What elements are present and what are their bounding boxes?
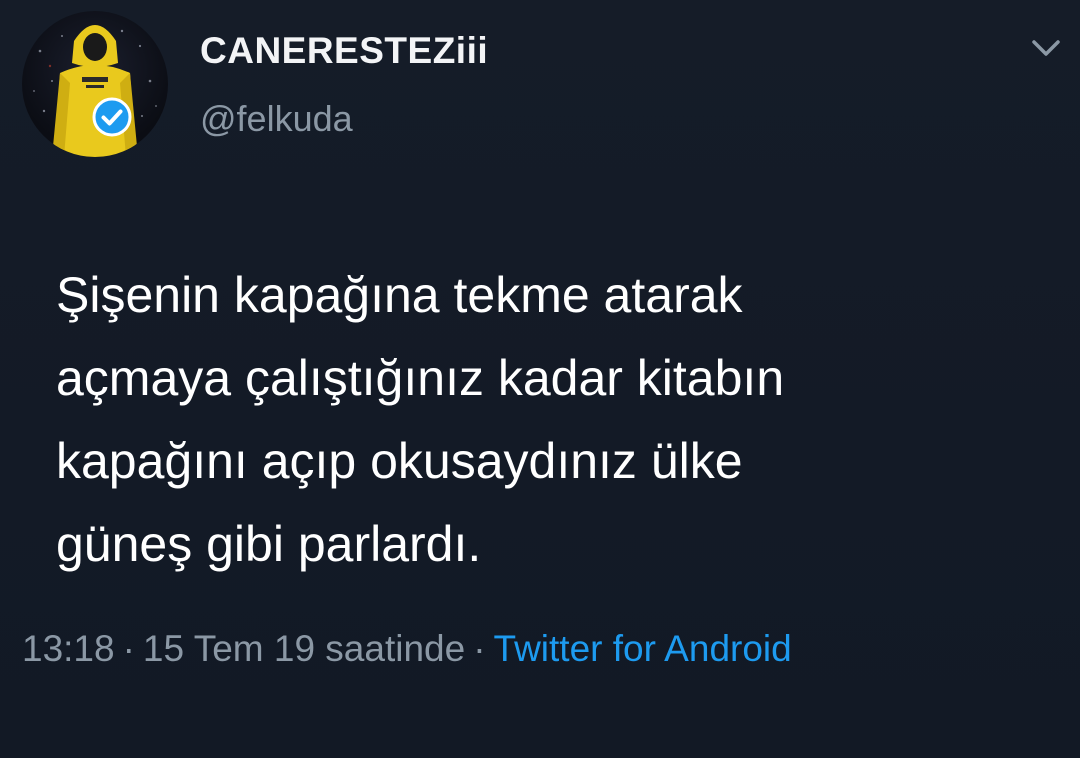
verified-badge-icon: [92, 97, 132, 137]
display-name[interactable]: CANERESTEZiii: [200, 30, 488, 72]
separator-dot: ·: [122, 628, 135, 669]
tweet-text-line: açmaya çalıştığınız kadar kitabın: [56, 350, 785, 406]
tweet-meta: 13:18 · 15 Tem 19 saatinde · Twitter for And…: [22, 628, 792, 670]
tweet-text-line: güneş gibi parlardı.: [56, 516, 482, 572]
tweet-date[interactable]: 15 Tem 19 saatinde: [143, 628, 465, 669]
separator-dot: ·: [473, 628, 486, 669]
tweet-text-line: Şişenin kapağına tekme atarak: [56, 267, 743, 323]
avatar[interactable]: [22, 11, 168, 157]
tweet-source-link[interactable]: Twitter for Android: [494, 628, 792, 669]
tweet-time[interactable]: 13:18: [22, 628, 115, 669]
user-handle[interactable]: @felkuda: [200, 98, 353, 140]
tweet-card: CANERESTEZiii @felkuda Şişenin kapağına …: [0, 0, 1080, 758]
tweet-text-line: kapağını açıp okusaydınız ülke: [56, 433, 743, 489]
chevron-down-icon[interactable]: [1028, 34, 1064, 62]
tweet-text: Şişenin kapağına tekme atarak açmaya çal…: [56, 254, 1046, 586]
